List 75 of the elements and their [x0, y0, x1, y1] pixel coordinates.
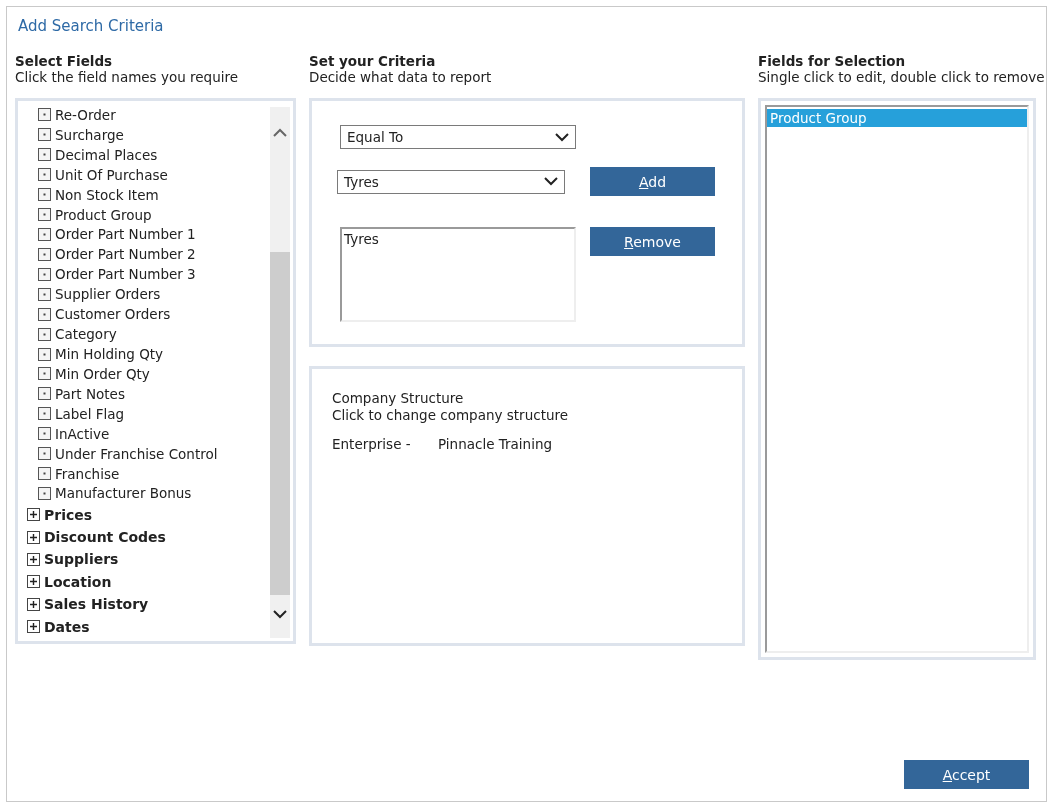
field-node-icon — [38, 307, 51, 321]
tree-item[interactable]: Label Flag — [55, 405, 125, 422]
field-node-icon — [38, 407, 51, 421]
field-node-icon — [38, 188, 51, 202]
tree-item[interactable]: Unit Of Purchase — [55, 166, 168, 183]
scroll-up-icon — [273, 128, 287, 137]
tree-item[interactable]: Order Part Number 3 — [55, 266, 196, 283]
field-node-icon — [38, 427, 51, 441]
tree-group[interactable]: Sales History — [44, 596, 149, 613]
tree-group[interactable]: Dates — [44, 618, 90, 635]
field-node-icon — [38, 247, 51, 261]
field-node-icon — [38, 168, 51, 182]
tree-item[interactable]: Decimal Places — [55, 146, 158, 163]
expand-icon[interactable] — [27, 597, 40, 611]
tree-item[interactable]: Min Order Qty — [55, 365, 150, 382]
section-heading: Select Fields — [15, 53, 113, 69]
tree-item[interactable]: Category — [55, 326, 117, 343]
tree-item[interactable]: Manufacturer Bonus — [55, 485, 192, 502]
accept-button[interactable]: Accept — [904, 760, 1029, 789]
field-node-icon — [38, 367, 51, 381]
scrollbar[interactable] — [270, 107, 290, 638]
field-node-icon — [38, 208, 51, 222]
field-node-icon — [38, 447, 51, 461]
tree-group[interactable]: Prices — [44, 506, 93, 523]
tree-item[interactable]: Order Part Number 1 — [55, 226, 196, 243]
field-node-icon — [38, 148, 51, 162]
expand-icon[interactable] — [27, 530, 40, 544]
field-node-icon — [38, 347, 51, 361]
expand-icon[interactable] — [27, 508, 40, 522]
chevron-down-icon — [555, 132, 569, 142]
tree-item[interactable]: Part Notes — [55, 385, 125, 402]
scroll-down-icon — [273, 610, 287, 619]
field-node-icon — [38, 287, 51, 301]
add-button[interactable]: Add — [590, 167, 715, 196]
field-node-icon — [38, 128, 51, 142]
section-hint: Single click to edit, double click to remove — [758, 69, 1045, 85]
section-heading: Set your Criteria — [309, 53, 436, 69]
section-hint: Click the field names you require — [15, 69, 239, 85]
field-node-icon — [38, 387, 51, 401]
tree-item[interactable]: Product Group — [55, 206, 152, 223]
field-value: Pinnacle Training — [438, 436, 553, 452]
remove-button[interactable]: Remove — [590, 227, 715, 256]
field-node-icon — [38, 327, 51, 341]
tree-group[interactable]: Location — [44, 573, 112, 590]
field-node-icon — [38, 467, 51, 481]
tree-item[interactable]: Customer Orders — [55, 306, 171, 323]
tree-item[interactable]: Franchise — [55, 465, 120, 482]
field-node-icon — [38, 108, 51, 122]
expand-icon[interactable] — [27, 575, 40, 589]
field-node-icon — [38, 267, 51, 281]
tree-item[interactable]: InActive — [55, 425, 110, 442]
tree-item[interactable]: Order Part Number 2 — [55, 246, 196, 263]
values-list[interactable]: Tyres — [340, 227, 576, 322]
tree-item[interactable]: Under Franchise Control — [55, 445, 218, 462]
company-link[interactable]: Click to change company structure — [332, 407, 569, 423]
expand-icon[interactable] — [27, 553, 40, 566]
tree-group[interactable]: Discount Codes — [44, 529, 166, 546]
window-title: Add Search Criteria — [18, 17, 164, 35]
company-title: Company Structure — [332, 390, 464, 406]
tree-item[interactable]: Supplier Orders — [55, 286, 161, 303]
list-item[interactable]: Tyres — [344, 231, 379, 247]
tree-item[interactable]: Surcharge — [55, 126, 124, 143]
field-node-icon — [38, 486, 51, 500]
tree-item[interactable]: Re-Order — [55, 106, 116, 123]
section-hint: Decide what data to report — [309, 69, 492, 85]
field-node-icon — [38, 228, 51, 241]
tree-item[interactable]: Min Holding Qty — [55, 346, 164, 362]
operator-dropdown[interactable]: Equal To — [340, 125, 576, 149]
field-label: Enterprise - — [332, 436, 412, 452]
tree-group[interactable]: Suppliers — [44, 551, 119, 568]
tree-item[interactable]: Non Stock Item — [55, 186, 159, 203]
value-dropdown[interactable]: Tyres — [337, 169, 565, 194]
expand-icon[interactable] — [27, 620, 40, 634]
section-heading: Fields for Selection — [758, 53, 906, 69]
chevron-down-icon — [544, 177, 558, 186]
